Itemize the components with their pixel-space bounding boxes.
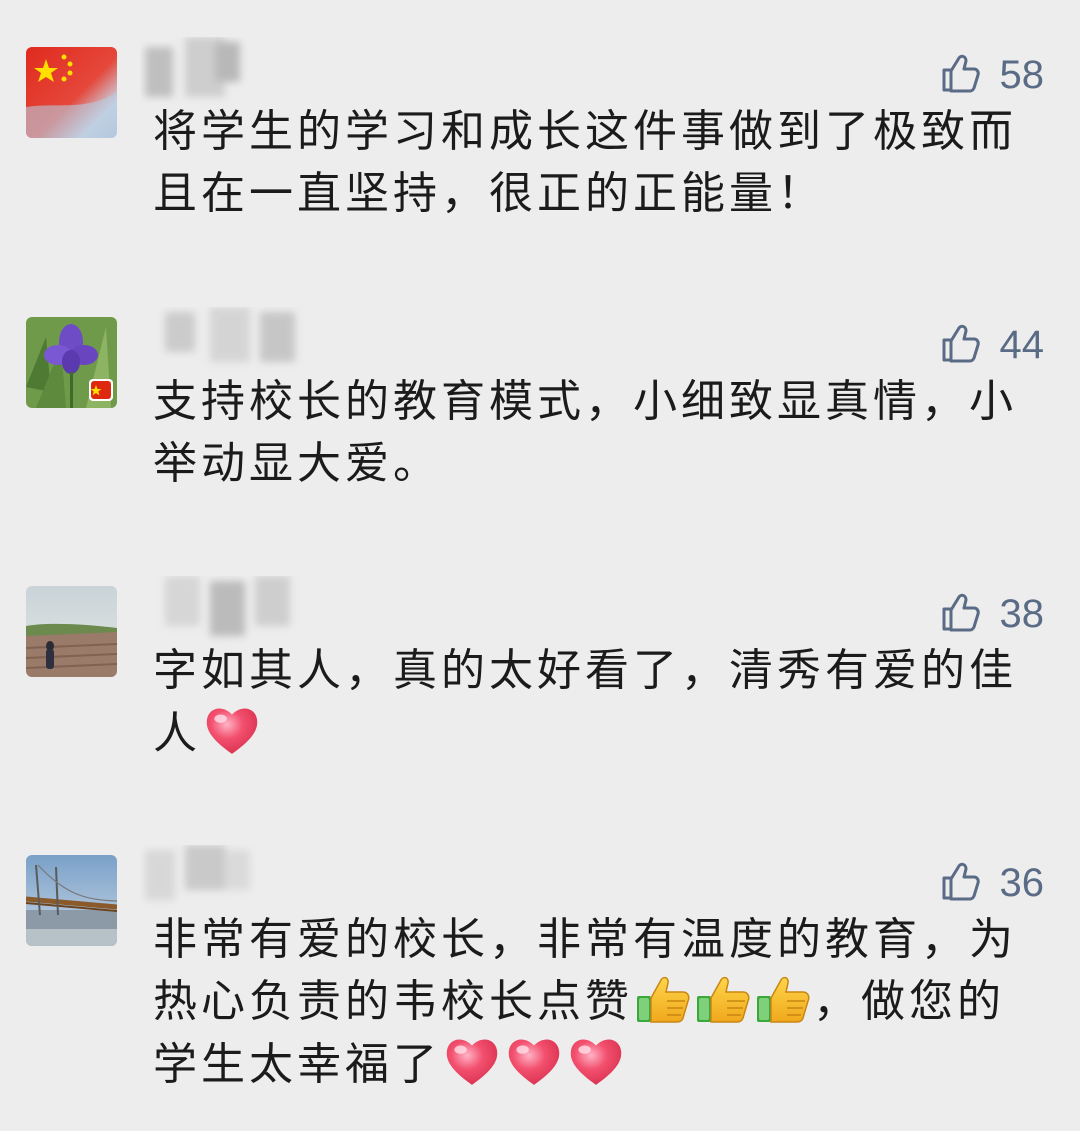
avatar[interactable] bbox=[26, 855, 117, 946]
avatar[interactable] bbox=[26, 586, 117, 677]
thumb-up-outline-icon bbox=[942, 862, 980, 901]
thumbs-up-emoji bbox=[756, 976, 810, 1023]
like-count: 36 bbox=[999, 860, 1045, 905]
like-button[interactable]: 58 bbox=[938, 52, 1045, 97]
heart-emoji bbox=[570, 1039, 622, 1085]
field-landscape-avatar bbox=[26, 586, 117, 677]
like-count: 58 bbox=[999, 52, 1045, 97]
like-button[interactable]: 44 bbox=[938, 322, 1045, 367]
username-blurred bbox=[145, 37, 240, 97]
like-count: 44 bbox=[999, 322, 1045, 367]
heart-emoji bbox=[446, 1039, 498, 1085]
thumb-up-outline-icon bbox=[942, 324, 980, 363]
like-button[interactable]: 38 bbox=[938, 591, 1045, 636]
like-button[interactable]: 36 bbox=[938, 860, 1045, 905]
comment-text-content: 字如其人，真的太好看了，清秀有爱的佳人 bbox=[153, 645, 1017, 759]
like-count: 38 bbox=[999, 591, 1045, 636]
avatar[interactable] bbox=[26, 47, 117, 138]
comment-text: 支持校长的教育模式，小细致显真情，小举动显大爱。 bbox=[153, 376, 1017, 489]
username-blurred bbox=[165, 576, 290, 636]
thumbs-up-emoji bbox=[636, 976, 690, 1023]
thumb-up-outline-icon bbox=[942, 593, 980, 632]
purple-iris-avatar bbox=[26, 317, 117, 408]
thumb-up-outline-icon bbox=[942, 54, 980, 93]
comment-text: 将学生的学习和成长这件事做到了极致而且在一直坚持，很正的正能量！ bbox=[153, 106, 1017, 219]
heart-emoji bbox=[508, 1039, 560, 1085]
heart-emoji bbox=[206, 708, 258, 754]
username-blurred bbox=[145, 845, 250, 900]
comment-text: 非常有爱的校长，非常有温度的教育，为热心负责的韦校长点赞 ，做您的学生太幸福了 bbox=[153, 909, 1033, 1096]
username-blurred bbox=[165, 307, 295, 362]
thumbs-up-emoji bbox=[696, 976, 750, 1023]
avatar[interactable] bbox=[26, 317, 117, 408]
bridge-river-avatar bbox=[26, 855, 117, 946]
china-flag-avatar bbox=[26, 47, 117, 138]
comment-text: 字如其人，真的太好看了，清秀有爱的佳人 bbox=[153, 640, 1033, 765]
